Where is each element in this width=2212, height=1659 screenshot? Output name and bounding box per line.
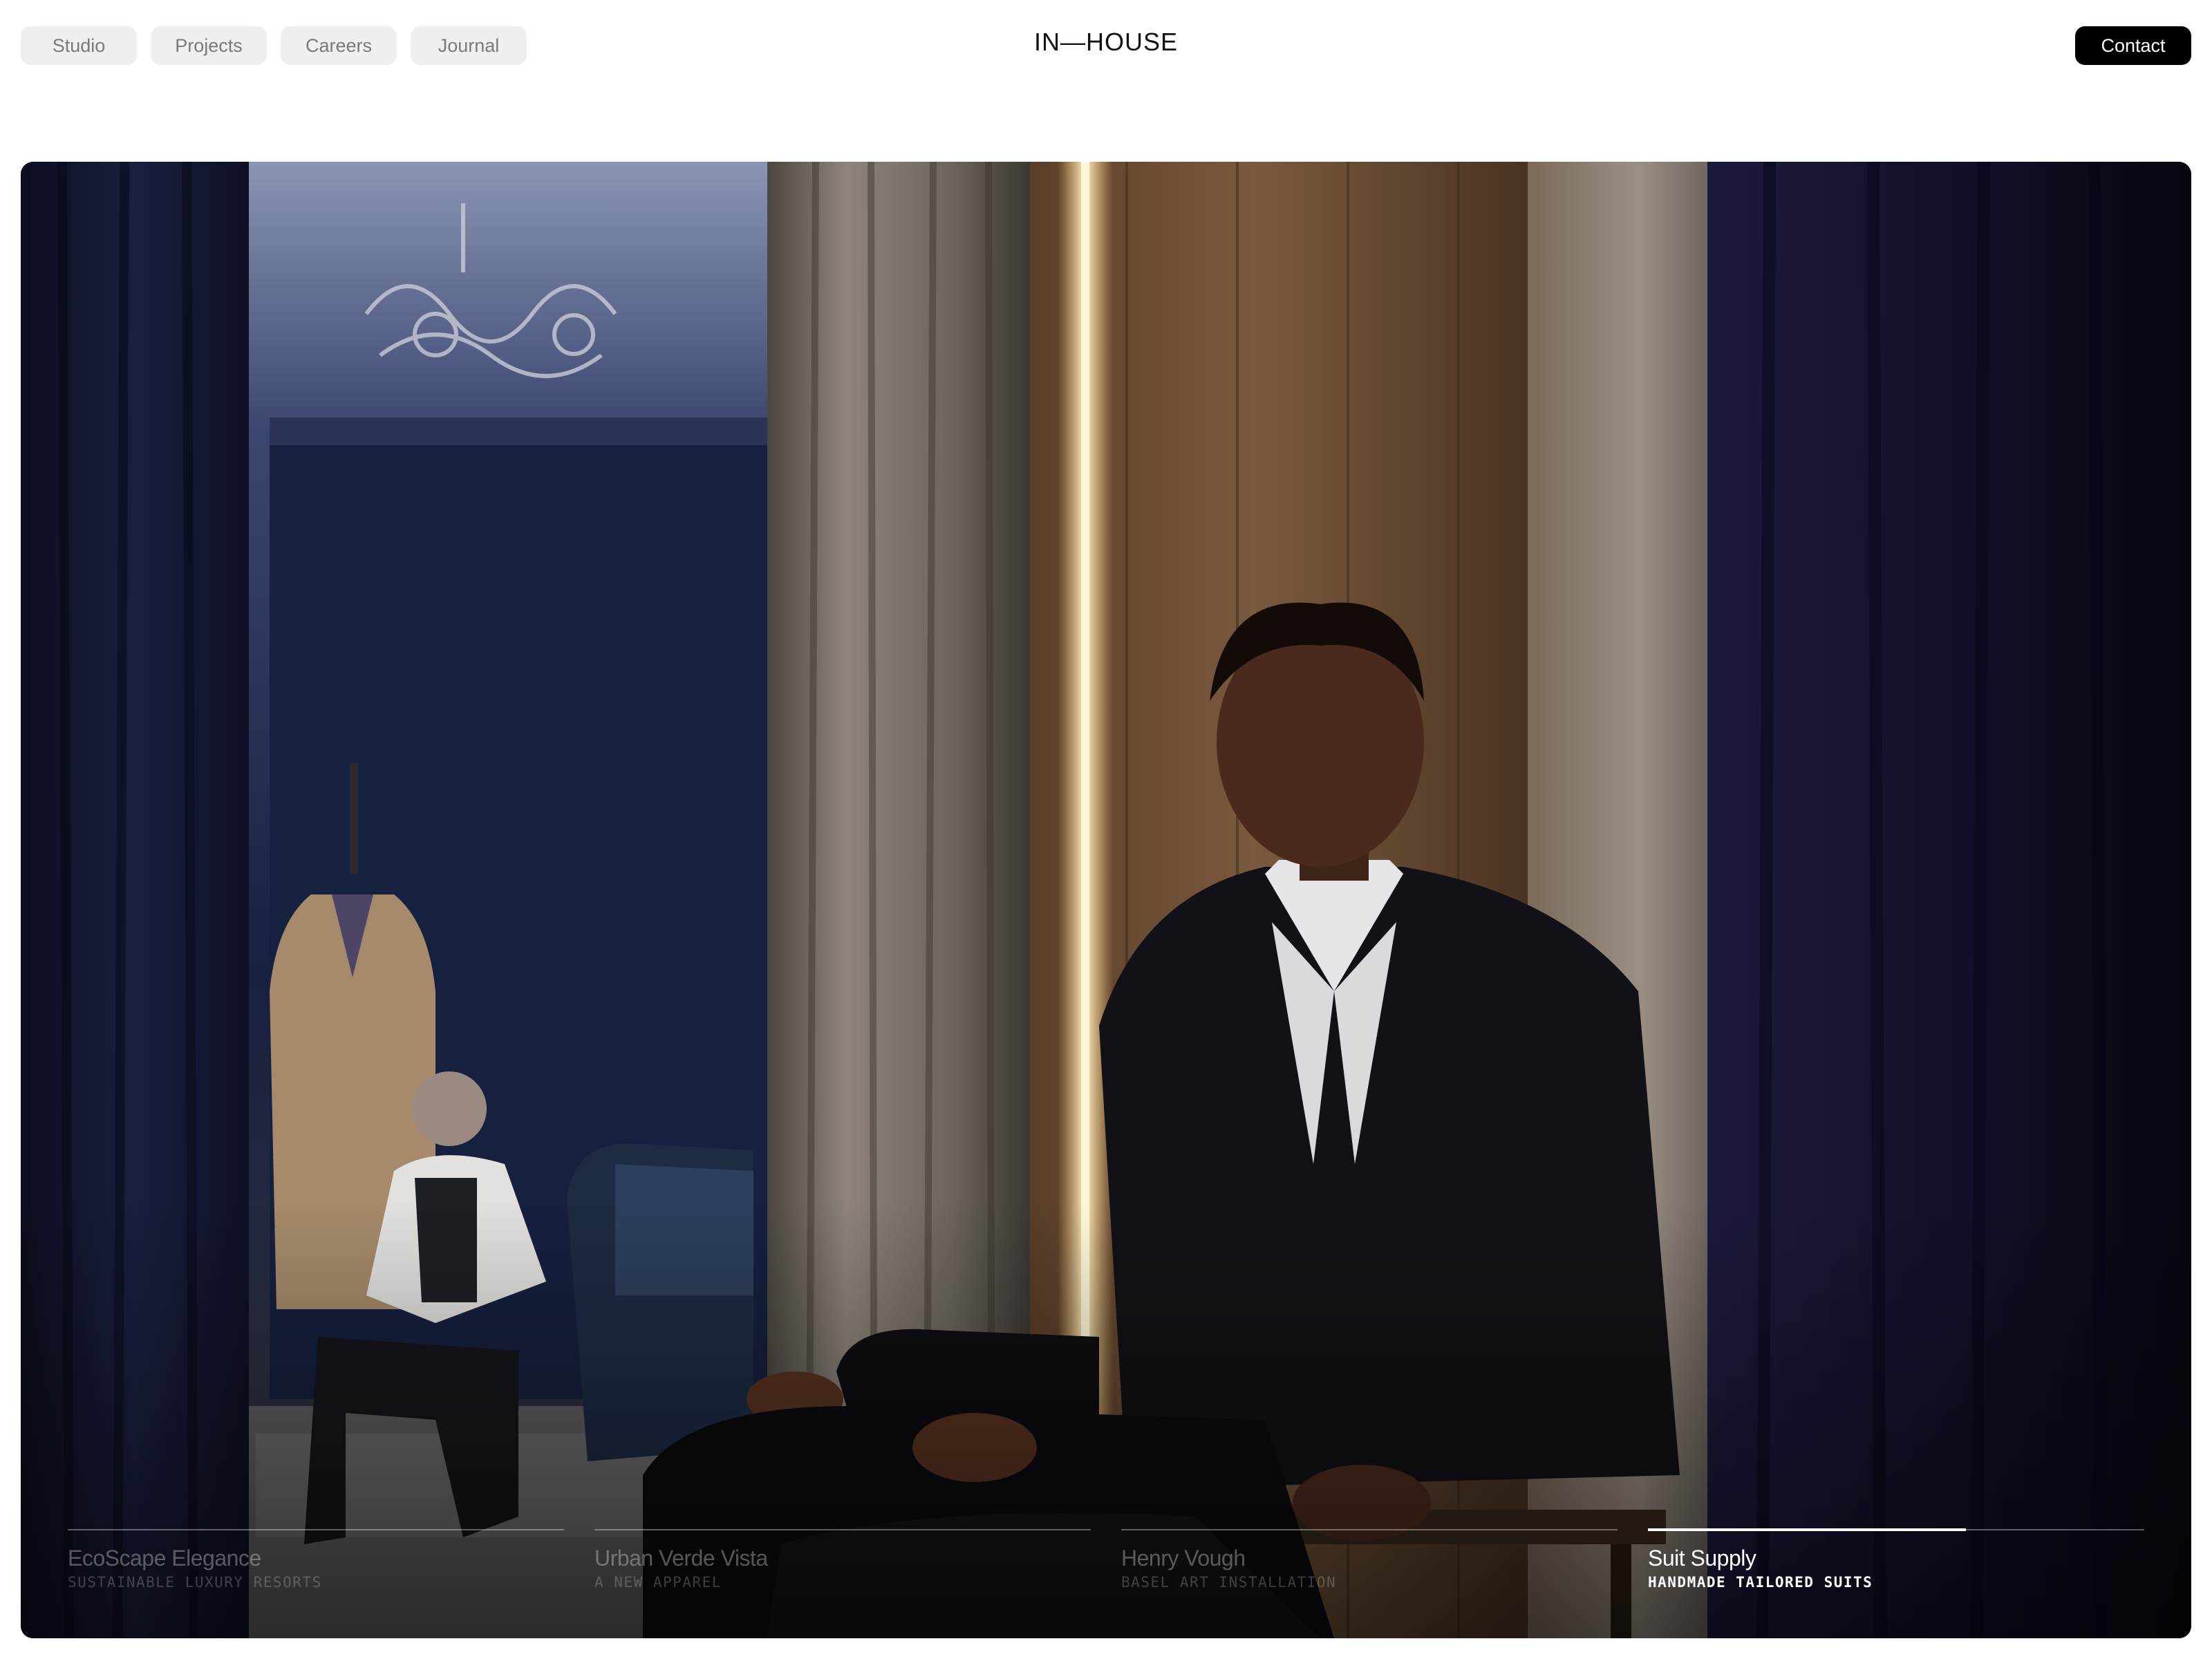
slide-ecoscape-elegance[interactable]: EcoScape Elegance SUSTAINABLE LUXURY RES… (68, 1529, 564, 1605)
slide-urban-verde-vista[interactable]: Urban Verde Vista A NEW APPAREL (594, 1529, 1091, 1605)
slide-progress-fill (1648, 1528, 1966, 1531)
site-header: Studio Projects Careers Journal IN—HOUSE… (0, 0, 2212, 97)
slide-subtitle: A NEW APPAREL (594, 1574, 722, 1591)
contact-button[interactable]: Contact (2075, 26, 2191, 65)
slide-progress-track (594, 1529, 1091, 1530)
slide-progress-track (1648, 1528, 2144, 1531)
slide-title: Suit Supply (1648, 1546, 1756, 1571)
slide-title: EcoScape Elegance (68, 1546, 261, 1571)
slide-progress-track (68, 1529, 564, 1530)
slide-progress-track (1121, 1529, 1618, 1530)
site-logo[interactable]: IN—HOUSE (0, 28, 2212, 57)
slide-title: Urban Verde Vista (594, 1546, 768, 1571)
slide-title: Henry Vough (1121, 1546, 1246, 1571)
slide-suit-supply[interactable]: Suit Supply HANDMADE TAILORED SUITS (1648, 1528, 2144, 1605)
slide-henry-vough[interactable]: Henry Vough BASEL ART INSTALLATION (1121, 1529, 1618, 1605)
slide-subtitle: SUSTAINABLE LUXURY RESORTS (68, 1574, 322, 1591)
slide-subtitle: BASEL ART INSTALLATION (1121, 1574, 1337, 1591)
hero-scene-image (21, 162, 2191, 1638)
slide-subtitle: HANDMADE TAILORED SUITS (1648, 1574, 1873, 1591)
hero-video[interactable]: EcoScape Elegance SUSTAINABLE LUXURY RES… (21, 162, 2191, 1638)
project-slider: EcoScape Elegance SUSTAINABLE LUXURY RES… (68, 1528, 2144, 1605)
